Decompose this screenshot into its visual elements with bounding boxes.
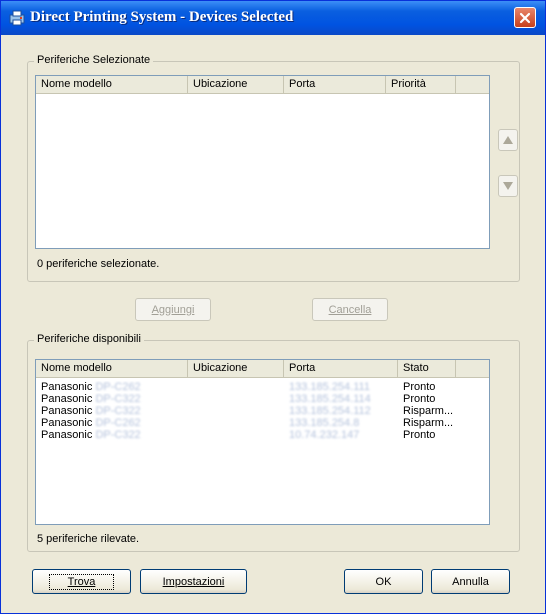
- available-devices-list[interactable]: Nome modello Ubicazione Porta Stato Pana…: [35, 359, 490, 525]
- cancel-button-label: Annulla: [452, 575, 489, 588]
- column-header-model[interactable]: Nome modello: [36, 360, 188, 377]
- model-suffix: DP-C322: [95, 405, 141, 417]
- ok-button-label: OK: [375, 575, 392, 588]
- port-cell: 133.185.254.8: [289, 417, 360, 429]
- selected-devices-list[interactable]: Nome modello Ubicazione Porta Priorità: [35, 75, 490, 249]
- table-row[interactable]: Panasonic DP-C322 133.185.254.114 Pronto: [36, 393, 486, 405]
- location-cell: [188, 429, 284, 441]
- cancel-button[interactable]: Annulla: [431, 569, 510, 594]
- printer-app-icon: [9, 10, 25, 26]
- arrow-up-icon: [503, 136, 513, 144]
- add-button[interactable]: Aggiungi: [135, 298, 211, 321]
- available-list-header: Nome modello Ubicazione Porta Stato: [36, 360, 489, 378]
- add-button-label: Aggiungi: [151, 303, 195, 316]
- close-icon: [519, 12, 531, 23]
- table-row[interactable]: Panasonic DP-C322 10.74.232.147 Pronto: [36, 429, 486, 441]
- settings-button[interactable]: Impostazioni: [140, 569, 247, 594]
- move-up-button[interactable]: [498, 129, 518, 151]
- location-cell: [188, 393, 284, 405]
- column-header-model[interactable]: Nome modello: [36, 76, 188, 93]
- remove-button-label: Cancella: [328, 303, 372, 316]
- location-cell: [188, 381, 284, 393]
- model-suffix: DP-C262: [95, 417, 141, 429]
- arrow-down-icon: [503, 182, 513, 190]
- move-down-button[interactable]: [498, 175, 518, 197]
- model-suffix: DP-C262: [95, 381, 141, 393]
- model-cell: Panasonic DP-C322: [36, 429, 188, 441]
- model-cell: Panasonic DP-C262: [36, 417, 188, 429]
- port-cell: 133.185.254.112: [289, 405, 371, 417]
- available-devices-group-label: Periferiche disponibili: [34, 333, 144, 345]
- model-cell: Panasonic DP-C322: [36, 393, 188, 405]
- column-header-location[interactable]: Ubicazione: [188, 360, 284, 377]
- column-header-port[interactable]: Porta: [284, 76, 386, 93]
- location-cell: [188, 417, 284, 429]
- settings-button-label: Impostazioni: [162, 575, 225, 588]
- table-row[interactable]: Panasonic DP-C262 133.185.254.8 Risparm...: [36, 417, 486, 429]
- port-cell: 133.185.254.114: [289, 393, 371, 405]
- model-cell: Panasonic DP-C262: [36, 381, 188, 393]
- column-header-priority[interactable]: Priorità: [386, 76, 456, 93]
- available-count-status: 5 periferiche rilevate.: [37, 533, 140, 545]
- status-cell: Pronto: [403, 393, 436, 405]
- close-button[interactable]: [514, 7, 536, 28]
- model-name: Panasonic: [41, 417, 93, 429]
- port-cell: 133.185.254.111: [289, 381, 370, 393]
- title-bar[interactable]: Direct Printing System - Devices Selecte…: [1, 1, 545, 35]
- selected-count-status: 0 periferiche selezionate.: [37, 258, 160, 270]
- model-suffix: DP-C322: [95, 393, 141, 405]
- location-cell: [188, 405, 284, 417]
- column-header-location[interactable]: Ubicazione: [188, 76, 284, 93]
- find-button[interactable]: Trova: [32, 569, 131, 594]
- model-name: Panasonic: [41, 429, 93, 441]
- selected-devices-group-label: Periferiche Selezionate: [34, 54, 154, 66]
- ok-button[interactable]: OK: [344, 569, 423, 594]
- table-row[interactable]: Panasonic DP-C322 133.185.254.112 Risparm.…: [36, 405, 486, 417]
- selected-list-header: Nome modello Ubicazione Porta Priorità: [36, 76, 489, 94]
- model-name: Panasonic: [41, 381, 93, 393]
- model-name: Panasonic: [41, 393, 93, 405]
- column-header-status[interactable]: Stato: [398, 360, 456, 377]
- model-suffix: DP-C322: [95, 429, 141, 441]
- window-title: Direct Printing System - Devices Selecte…: [30, 9, 294, 25]
- dialog-window: Direct Printing System - Devices Selecte…: [0, 0, 546, 614]
- model-cell: Panasonic DP-C322: [36, 405, 188, 417]
- remove-button[interactable]: Cancella: [312, 298, 388, 321]
- table-row[interactable]: Panasonic DP-C262 133.185.254.111 Pronto: [36, 381, 486, 393]
- status-cell: Pronto: [403, 381, 436, 393]
- port-cell: 10.74.232.147: [289, 429, 360, 441]
- model-name: Panasonic: [41, 405, 93, 417]
- find-button-label: Trova: [67, 575, 96, 588]
- status-cell: Risparm...: [403, 417, 454, 429]
- status-cell: Risparm...: [403, 405, 454, 417]
- column-header-port[interactable]: Porta: [284, 360, 398, 377]
- status-cell: Pronto: [403, 429, 436, 441]
